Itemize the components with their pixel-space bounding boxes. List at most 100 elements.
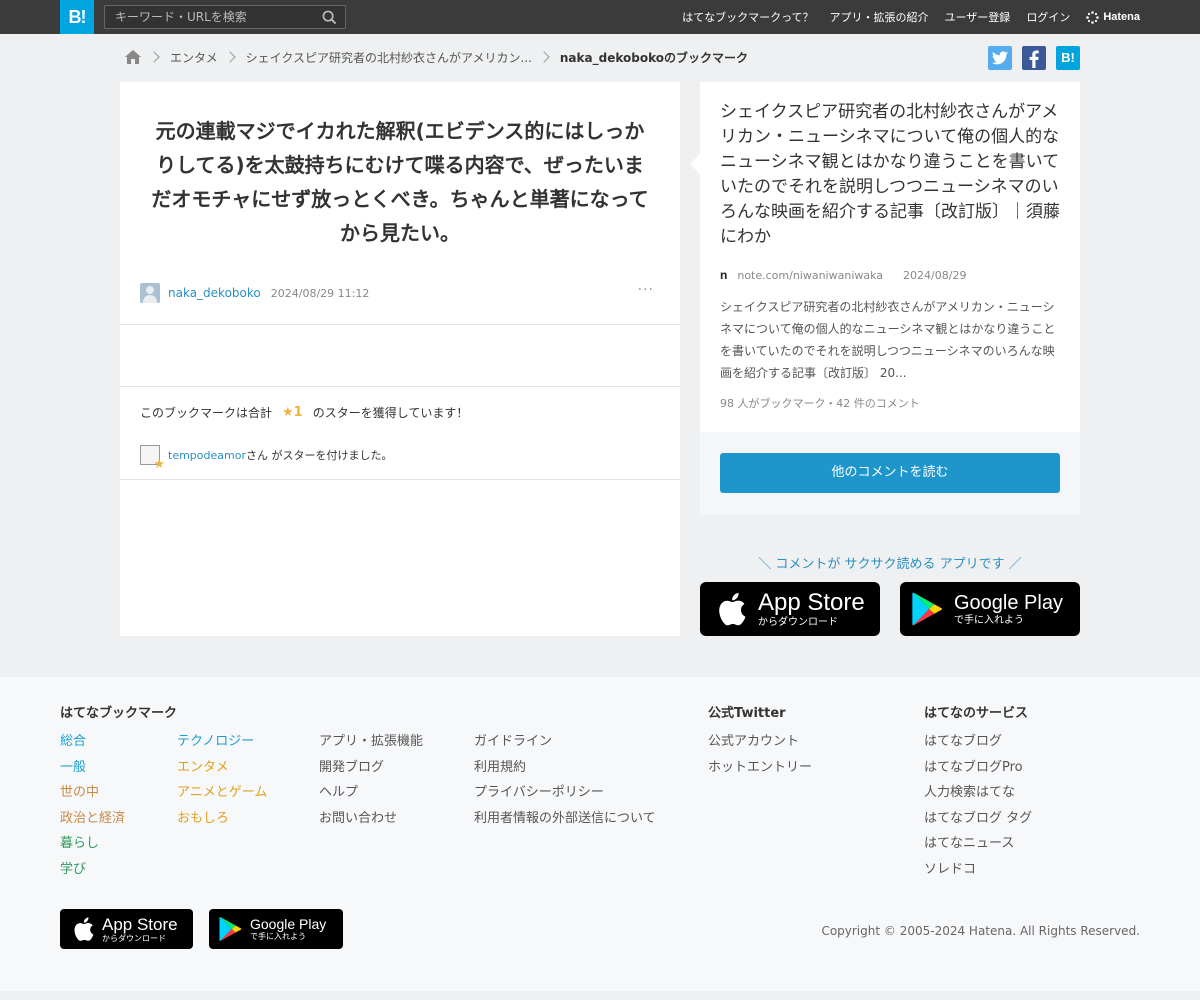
search-icon[interactable]: [322, 10, 337, 25]
footer-link-1[interactable]: 開発ブログ: [319, 755, 423, 781]
footer-app-store-badge[interactable]: App Store からダウンロード: [60, 909, 193, 949]
footer-category-link-5[interactable]: 学び: [60, 857, 125, 883]
footer-category-link-0[interactable]: 総合: [60, 729, 125, 755]
search-input[interactable]: [105, 6, 315, 28]
site-favicon-icon: n: [720, 268, 728, 282]
breadcrumb-current: naka_dekobokoのブックマーク: [559, 50, 748, 65]
footer-category-link-3[interactable]: 政治と経済: [60, 806, 125, 832]
entry-meta: n note.com/niwaniwaniwaka 2024/08/29: [720, 268, 966, 282]
footer-link-3[interactable]: 利用者情報の外部送信について: [474, 806, 656, 832]
footer-google-play-text: Google Play で手に入れよう: [250, 917, 326, 941]
footer-category-link-3[interactable]: おもしろ: [177, 806, 267, 832]
google-play-icon: [219, 916, 242, 942]
copyright: Copyright © 2005-2024 Hatena. All Rights…: [821, 924, 1140, 938]
footer-category-link-0[interactable]: テクノロジー: [177, 729, 267, 755]
twitter-icon: [992, 51, 1008, 65]
search-box: [104, 5, 346, 29]
footer-google-play-sublabel: で手に入れよう: [250, 932, 306, 941]
star-user-row: ★ tempodeamor さん がスターを付けました。: [140, 443, 393, 472]
star-summary-suffix: のスターを獲得しています！: [312, 406, 469, 420]
entry-description: シェイクスピア研究者の北村紗衣さんがアメリカン・ニューシネマについて俺の個人的な…: [720, 300, 1056, 380]
hatena-bookmark-logo[interactable]: B!: [60, 0, 94, 34]
entry-card: シェイクスピア研究者の北村紗衣さんがアメリカン・ニューシネマについて俺の個人的な…: [690, 82, 1080, 514]
nav-apps[interactable]: アプリ・拡張の紹介: [830, 9, 929, 25]
nav-login[interactable]: ログイン: [1026, 9, 1070, 25]
star-icon: ★: [153, 457, 165, 472]
google-play-badge[interactable]: Google Play で手に入れよう: [900, 582, 1080, 636]
entry-date: 2024/08/29: [903, 268, 967, 282]
app-store-label: App Store: [758, 588, 865, 616]
footer-category-list-1: 総合 一般 世の中 政治と経済 暮らし 学び: [60, 729, 125, 882]
app-promo-caption: ＼ コメントが サクサク読める アプリです ／: [758, 557, 1022, 572]
footer-google-play-badge[interactable]: Google Play で手に入れよう: [209, 909, 343, 949]
divider: [120, 479, 680, 480]
star-user-suffix: さん がスターを付けました。: [245, 449, 393, 462]
footer-category-link-1[interactable]: 一般: [60, 755, 125, 781]
footer-twitter-heading: 公式Twitter: [708, 706, 786, 721]
star-count: ★1: [282, 405, 303, 420]
footer-link-2[interactable]: プライバシーポリシー: [474, 780, 656, 806]
entry-card-footer: 他のコメントを読む: [700, 432, 1080, 514]
footer-category-link-2[interactable]: アニメとゲーム: [177, 780, 267, 806]
apple-icon: [74, 917, 94, 941]
footer-links-col-3: アプリ・拡張機能 開発ブログ ヘルプ お問い合わせ: [319, 729, 423, 831]
footer-link-0[interactable]: ガイドライン: [474, 729, 656, 755]
footer: はてなブックマーク 総合 一般 世の中 政治と経済 暮らし 学び テクノロジー エンタメ アニ…: [0, 677, 1200, 991]
footer-category-link-2[interactable]: 世の中: [60, 780, 125, 806]
facebook-share-button[interactable]: [1022, 46, 1046, 70]
hatena-mark-icon: [1086, 10, 1100, 24]
star-user-avatar[interactable]: ★: [140, 445, 165, 472]
footer-twitter-link-1[interactable]: ホットエントリー: [708, 755, 812, 781]
google-play-sublabel: で手に入れよう: [954, 614, 1024, 626]
footer-service-link-0[interactable]: はてなブログ: [924, 729, 1032, 755]
app-store-text: App Store からダウンロード: [758, 588, 865, 628]
star-summary-prefix: このブックマークは合計: [140, 406, 273, 420]
google-play-label: Google Play: [954, 591, 1063, 614]
hatena-share-button[interactable]: B!: [1056, 46, 1080, 70]
footer-twitter-link-0[interactable]: 公式アカウント: [708, 729, 812, 755]
bottom-strip: [0, 991, 1200, 1000]
entry-title-link[interactable]: シェイクスピア研究者の北村紗衣さんがアメリカン・ニューシネマについて俺の個人的な…: [720, 100, 1065, 250]
facebook-icon: [1029, 50, 1039, 68]
hatena-brand-link[interactable]: Hatena: [1086, 10, 1140, 24]
footer-category-link-4[interactable]: 暮らし: [60, 831, 125, 857]
footer-link-2[interactable]: ヘルプ: [319, 780, 423, 806]
bookmark-comment-card: 元の連載マジでイカれた解釈(エビデンス的にはしっかりしてる)を太鼓持ちにむけて喋…: [120, 82, 680, 636]
footer-link-1[interactable]: 利用規約: [474, 755, 656, 781]
app-store-badge[interactable]: App Store からダウンロード: [700, 582, 880, 636]
breadcrumb-entry[interactable]: シェイクスピア研究者の北村紗衣さんがアメリカン...: [246, 49, 532, 66]
google-play-text: Google Play で手に入れよう: [954, 593, 1063, 626]
footer-service-link-1[interactable]: はてなブログPro: [924, 755, 1032, 781]
avatar[interactable]: [140, 283, 160, 303]
footer-service-link-3[interactable]: はてなブログ タグ: [924, 806, 1032, 832]
footer-app-store-sublabel: からダウンロード: [102, 933, 166, 943]
footer-link-3[interactable]: お問い合わせ: [319, 806, 423, 832]
more-options-icon[interactable]: ···: [638, 282, 654, 298]
apple-icon: [719, 592, 746, 626]
comment-date: 2024/08/29 11:12: [270, 286, 370, 300]
footer-service-link-4[interactable]: はてなニュース: [924, 831, 1032, 857]
divider: [120, 386, 680, 387]
breadcrumb-category[interactable]: エンタメ: [170, 49, 218, 66]
footer-service-link-5[interactable]: ソレドコ: [924, 857, 1032, 883]
nav-about[interactable]: はてなブックマークって？: [682, 9, 813, 25]
nav-register[interactable]: ユーザー登録: [945, 9, 1011, 25]
star-summary: このブックマークは合計 ★1 のスターを獲得しています！: [140, 404, 468, 421]
read-other-comments-button[interactable]: 他のコメントを読む: [720, 453, 1060, 493]
home-icon[interactable]: [124, 49, 142, 65]
footer-app-store-label: App Store: [102, 914, 178, 934]
footer-bookmark-heading: はてなブックマーク: [60, 706, 178, 721]
entry-domain-link[interactable]: note.com/niwaniwaniwaka: [737, 269, 883, 282]
chevron-right-icon: [223, 51, 236, 63]
comment-user-row: naka_dekoboko 2024/08/29 11:12: [140, 282, 369, 304]
divider: [120, 324, 680, 325]
star-user-link[interactable]: tempodeamor: [168, 449, 246, 462]
footer-category-link-1[interactable]: エンタメ: [177, 755, 267, 781]
footer-link-0[interactable]: アプリ・拡張機能: [319, 729, 423, 755]
breadcrumb: エンタメ シェイクスピア研究者の北村紗衣さんがアメリカン... naka_dek…: [124, 46, 748, 68]
twitter-share-button[interactable]: [988, 46, 1012, 70]
footer-links-col-4: ガイドライン 利用規約 プライバシーポリシー 利用者情報の外部送信について: [474, 729, 656, 831]
top-nav: はてなブックマークって？ アプリ・拡張の紹介 ユーザー登録 ログイン Haten…: [682, 0, 1140, 34]
footer-service-link-2[interactable]: 人力検索はてな: [924, 780, 1032, 806]
comment-user-link[interactable]: naka_dekoboko: [168, 286, 261, 300]
